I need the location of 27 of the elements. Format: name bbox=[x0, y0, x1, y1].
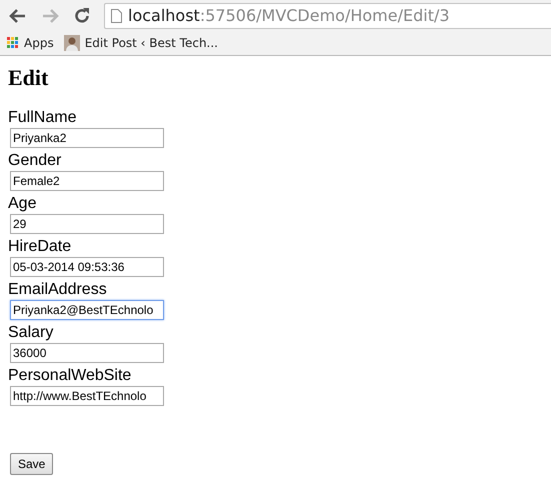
input-field[interactable]: 29 bbox=[10, 214, 164, 234]
bookmark-link[interactable]: Apps bbox=[7, 36, 54, 50]
url-host: localhost bbox=[128, 6, 200, 25]
field-label: Salary bbox=[8, 324, 54, 342]
avatar-icon bbox=[64, 35, 80, 51]
input-field[interactable]: 05-03-2014 09:53:36 bbox=[10, 257, 164, 277]
field-label: HireDate bbox=[8, 238, 72, 256]
field-label: EmailAddress bbox=[8, 281, 108, 299]
input-field[interactable]: Priyanka2 bbox=[10, 128, 164, 148]
address-bar[interactable]: localhost:57506/MVCDemo/Home/Edit/3 bbox=[104, 2, 551, 28]
input-field[interactable]: 36000 bbox=[10, 343, 164, 363]
field-label: Gender bbox=[8, 152, 62, 170]
input-field[interactable]: Female2 bbox=[10, 171, 164, 191]
page-icon bbox=[111, 8, 122, 22]
field-label: FullName bbox=[8, 109, 78, 127]
back-arrow-icon bbox=[9, 8, 27, 24]
page-heading: Edit bbox=[8, 65, 50, 91]
bookmark-link[interactable]: Edit Post ‹ Best Tech... bbox=[64, 35, 218, 51]
input-field[interactable]: http://www.BestTEchnolo bbox=[10, 386, 164, 406]
input-field[interactable]: Priyanka2@BestTEchnolo bbox=[10, 300, 164, 320]
save-button[interactable]: Save bbox=[10, 453, 54, 475]
reload-icon bbox=[73, 6, 91, 24]
field-label: Age bbox=[8, 195, 38, 213]
url-path: :57506/MVCDemo/Home/Edit/3 bbox=[200, 6, 450, 25]
forward-arrow-icon bbox=[41, 8, 59, 24]
apps-grid-icon bbox=[7, 37, 19, 49]
field-label: PersonalWebSite bbox=[8, 367, 132, 385]
